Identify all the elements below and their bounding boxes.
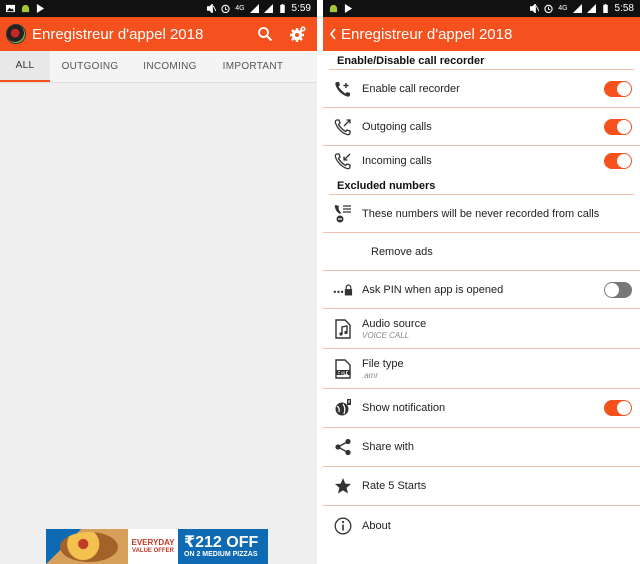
app-title: Enregistreur d'appel 2018: [32, 25, 204, 43]
call-filter-tabs: ALL OUTGOING INCOMING IMPORTANT: [0, 51, 317, 83]
section-header-recorder: Enable/Disable call recorder: [329, 51, 634, 70]
android-notification-icon: [21, 4, 30, 13]
setting-enable-recorder[interactable]: Enable call recorder: [323, 70, 640, 108]
setting-label: Outgoing calls: [362, 120, 432, 133]
right-screen: 4G 5:58 Enregistreur d'appel 2018 Enable…: [323, 0, 640, 564]
enable-recorder-toggle[interactable]: [604, 80, 632, 97]
star-icon: [333, 476, 353, 496]
setting-label: Ask PIN when app is opened: [362, 283, 504, 296]
setting-rate[interactable]: Rate 5 Starts: [323, 467, 640, 506]
setting-label: About: [362, 519, 391, 532]
section-header-excluded: Excluded numbers: [329, 176, 634, 195]
play-store-notification-icon: [344, 4, 353, 13]
ad-pizza-image: [46, 529, 128, 564]
ask-pin-toggle[interactable]: [604, 281, 632, 298]
gallery-notification-icon: [6, 4, 15, 13]
app-bar: Enregistreur d'appel 2018: [0, 17, 317, 51]
recordings-list: [0, 83, 317, 528]
info-icon: [333, 516, 353, 536]
setting-file-type[interactable]: File type .amr: [323, 349, 640, 389]
setting-label: Share with: [362, 441, 414, 453]
share-icon: [333, 437, 353, 457]
setting-label: Remove ads: [371, 245, 433, 258]
ad-offer-text: EVERYDAY VALUE OFFER: [128, 529, 178, 564]
setting-share-with[interactable]: Share with: [323, 428, 640, 467]
status-bar: 4G 5:58: [323, 0, 640, 17]
tab-all[interactable]: ALL: [0, 51, 50, 82]
signal-icon-2: [263, 4, 273, 13]
setting-outgoing-calls[interactable]: Outgoing calls: [323, 108, 640, 146]
back-arrow-icon[interactable]: [329, 28, 337, 40]
block-list-icon: [333, 204, 353, 224]
pin-lock-icon: [333, 280, 353, 300]
battery-icon: [279, 4, 285, 13]
setting-label: Rate 5 Starts: [362, 480, 427, 492]
blank-icon: [333, 242, 353, 262]
setting-excluded-numbers[interactable]: These numbers will be never recorded fro…: [323, 195, 640, 233]
incoming-calls-toggle[interactable]: [604, 153, 632, 169]
setting-label: Incoming calls: [362, 155, 432, 167]
tab-important[interactable]: IMPORTANT: [210, 51, 296, 82]
setting-audio-source[interactable]: Audio source VOICE CALL: [323, 309, 640, 349]
setting-about[interactable]: About: [323, 506, 640, 545]
outgoing-call-icon: [333, 117, 353, 137]
left-screen: 4G 5:59 Enregistreur d'appel 2018 ALL OU…: [0, 0, 317, 564]
app-bar: Enregistreur d'appel 2018: [323, 17, 640, 51]
alarm-icon: [221, 4, 230, 13]
setting-incoming-calls[interactable]: Incoming calls: [323, 146, 640, 176]
setting-ask-pin[interactable]: Ask PIN when app is opened: [323, 271, 640, 309]
battery-icon: [602, 4, 608, 13]
android-notification-icon: [329, 4, 338, 13]
ad-price: ₹212 OFF ON 2 MEDIUM PIZZAS: [178, 529, 268, 564]
signal-icon-2: [586, 4, 596, 13]
app-logo-icon: [6, 24, 26, 44]
search-icon[interactable]: [257, 26, 273, 42]
file-icon: [333, 358, 353, 379]
ad-banner[interactable]: EVERYDAY VALUE OFFER ₹212 OFF ON 2 MEDIUM…: [46, 529, 268, 564]
outgoing-calls-toggle[interactable]: [604, 118, 632, 135]
status-time: 5:58: [614, 3, 634, 14]
status-time: 5:59: [291, 3, 311, 14]
mute-icon: [530, 4, 540, 13]
setting-label: File type: [362, 357, 404, 370]
tab-outgoing[interactable]: OUTGOING: [50, 51, 130, 82]
signal-icon: [249, 4, 259, 13]
music-file-icon: [333, 318, 353, 339]
network-type: 4G: [558, 5, 568, 12]
status-bar: 4G 5:59: [0, 0, 317, 17]
app-title: Enregistreur d'appel 2018: [341, 25, 513, 43]
settings-gear-icon[interactable]: [289, 25, 307, 43]
setting-show-notification[interactable]: Show notification: [323, 389, 640, 428]
setting-label: These numbers will be never recorded fro…: [362, 207, 600, 220]
mute-icon: [207, 4, 217, 13]
notification-globe-icon: [333, 398, 353, 418]
setting-value: VOICE CALL: [362, 330, 410, 340]
setting-remove-ads[interactable]: Remove ads: [323, 233, 640, 271]
setting-value: .amr: [362, 370, 378, 380]
setting-label: Show notification: [362, 402, 446, 414]
setting-label: Audio source: [362, 317, 427, 330]
incoming-call-icon: [333, 151, 353, 171]
tab-incoming[interactable]: INCOMING: [130, 51, 210, 82]
show-notification-toggle[interactable]: [604, 400, 632, 416]
setting-label: Enable call recorder: [362, 82, 460, 95]
signal-icon: [572, 4, 582, 13]
play-store-notification-icon: [36, 4, 45, 13]
phone-plus-icon: [333, 79, 353, 99]
alarm-icon: [544, 4, 553, 13]
network-type: 4G: [235, 5, 245, 12]
